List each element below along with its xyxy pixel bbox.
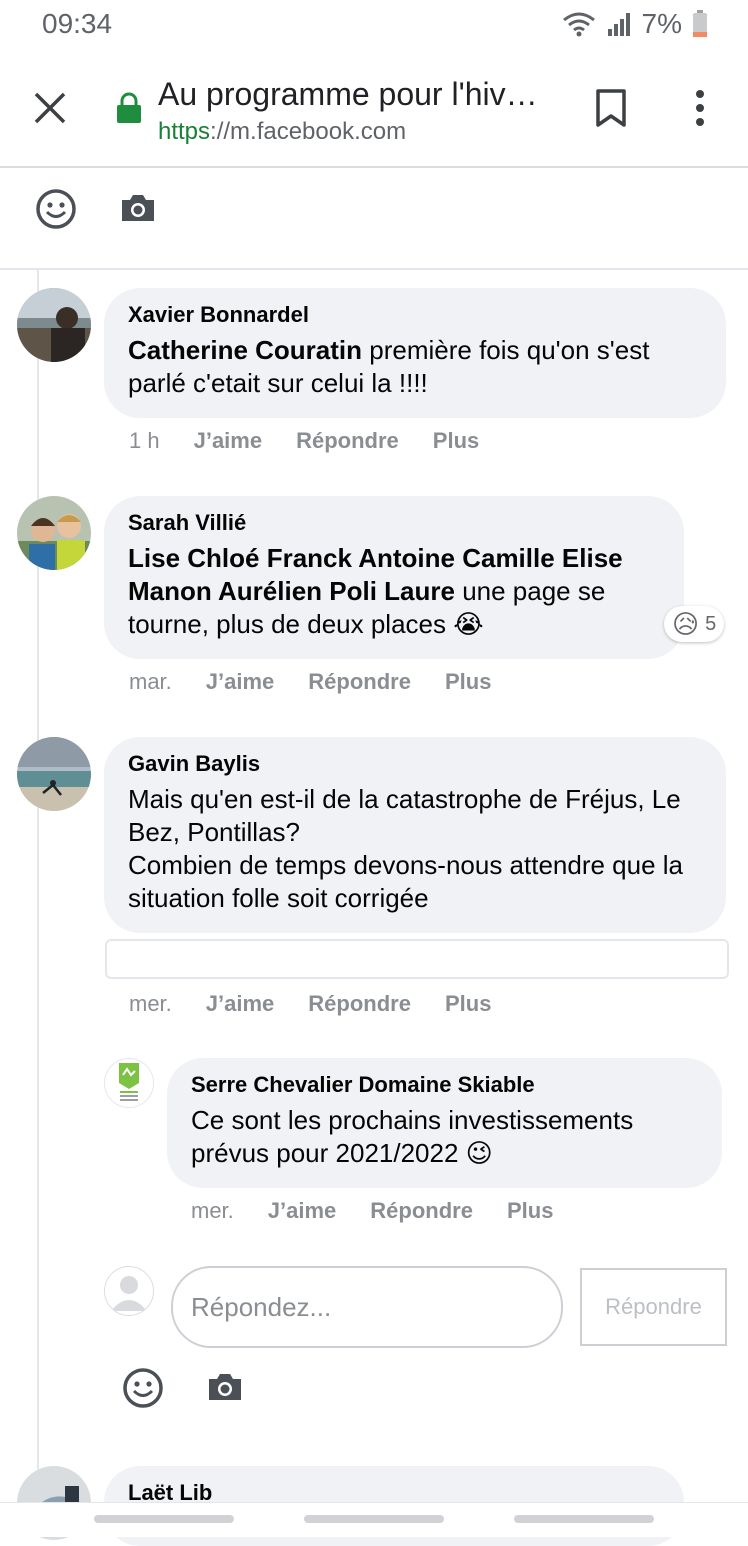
camera-icon[interactable] — [119, 192, 157, 224]
reply-placeholder: Répondez... — [191, 1291, 332, 1322]
reply-actions: mer. J’aime Répondre Plus — [191, 1198, 553, 1224]
reply-text: Ce sont les prochains investissements pr… — [191, 1105, 634, 1168]
battery-percent: 7% — [641, 8, 682, 39]
more-button[interactable]: Plus — [445, 669, 491, 695]
default-user-icon — [111, 1276, 147, 1311]
logo-icon — [105, 1059, 153, 1107]
status-icons: 7% — [562, 8, 708, 40]
url-scheme: https — [158, 118, 211, 145]
more-button[interactable]: Plus — [433, 428, 479, 454]
reply-button[interactable]: Répondre — [308, 991, 411, 1017]
sad-reaction-icon: 😥 — [672, 609, 700, 639]
emoji-icon[interactable] — [122, 1367, 164, 1409]
comment-author[interactable]: Gavin Baylis — [128, 751, 702, 777]
avatar-photo — [17, 288, 91, 362]
comment-bubble[interactable]: Gavin Baylis Mais qu'en est-il de la cat… — [104, 737, 726, 933]
submit-reply-button[interactable]: Répondre — [580, 1268, 727, 1346]
reaction-badge[interactable]: 😥 5 — [664, 606, 725, 642]
more-vert-icon[interactable] — [692, 88, 708, 128]
emoji-icon[interactable] — [35, 188, 77, 230]
avatar-photo — [17, 737, 91, 811]
battery-icon — [693, 10, 707, 37]
close-icon[interactable] — [32, 90, 68, 126]
signal-icon — [607, 13, 630, 36]
camera-icon[interactable] — [206, 1371, 244, 1403]
lock-icon[interactable] — [116, 92, 142, 124]
page-title[interactable]: Au programme pour l'hiv… — [158, 76, 538, 113]
status-time: 09:34 — [42, 8, 113, 39]
nav-indicator — [514, 1515, 654, 1523]
comment-time[interactable]: mar. — [129, 669, 172, 695]
browser-toolbar — [0, 58, 748, 168]
reaction-count: 5 — [705, 612, 717, 635]
reply-time[interactable]: mer. — [191, 1198, 234, 1224]
like-button[interactable]: J’aime — [206, 669, 275, 695]
page-avatar[interactable] — [104, 1058, 154, 1108]
avatar-photo — [17, 496, 91, 570]
comment-text: Catherine Couratin première fois qu'on s… — [128, 334, 702, 400]
comment-time[interactable]: 1 h — [129, 428, 160, 454]
comment-line: Mais qu'en est-il de la catastrophe de F… — [128, 784, 681, 847]
page-url[interactable]: https://m.facebook.com — [158, 118, 406, 146]
comment-line: Combien de temps devons-nous attendre qu… — [128, 850, 684, 913]
nav-indicator — [94, 1515, 234, 1523]
like-button[interactable]: J’aime — [194, 428, 263, 454]
reply-author[interactable]: Serre Chevalier Domaine Skiable — [191, 1072, 698, 1098]
mention-link[interactable]: Catherine Couratin — [128, 335, 362, 365]
wifi-icon — [562, 12, 595, 37]
reply-bubble[interactable]: Serre Chevalier Domaine Skiable Ce sont … — [167, 1058, 722, 1188]
composer-tools-row — [0, 168, 748, 270]
comment-bubble[interactable]: Xavier Bonnardel Catherine Couratin prem… — [104, 288, 726, 418]
attachment-placeholder[interactable] — [105, 939, 729, 979]
thread-line — [37, 268, 39, 1504]
nav-indicator — [304, 1515, 444, 1523]
reply-button[interactable]: Répondre — [296, 428, 399, 454]
comment-time[interactable]: mer. — [129, 991, 172, 1017]
reply-button[interactable]: Répondre — [308, 669, 411, 695]
comment-actions: mar. J’aime Répondre Plus — [129, 669, 491, 695]
more-button[interactable]: Plus — [507, 1198, 553, 1224]
user-avatar — [104, 1266, 154, 1316]
reply-input[interactable]: Répondez... — [171, 1266, 563, 1348]
like-button[interactable]: J’aime — [206, 991, 275, 1017]
bookmark-icon[interactable] — [594, 88, 628, 128]
comment-bubble[interactable]: Sarah Villié Lise Chloé Franck Antoine C… — [104, 496, 684, 659]
comment-author[interactable]: Sarah Villié — [128, 510, 660, 536]
comment-text: Lise Chloé Franck Antoine Camille Elise … — [128, 542, 660, 641]
more-button[interactable]: Plus — [445, 991, 491, 1017]
comment-actions: mer. J’aime Répondre Plus — [129, 991, 491, 1017]
comment-actions: 1 h J’aime Répondre Plus — [129, 428, 479, 454]
reply-button[interactable]: Répondre — [370, 1198, 473, 1224]
avatar[interactable] — [17, 288, 91, 362]
comment-text: Mais qu'en est-il de la catastrophe de F… — [128, 783, 702, 915]
comment-author[interactable]: Xavier Bonnardel — [128, 302, 702, 328]
url-domain: ://m.facebook.com — [210, 118, 407, 145]
avatar[interactable] — [17, 496, 91, 570]
avatar[interactable] — [17, 737, 91, 811]
like-button[interactable]: J’aime — [268, 1198, 337, 1224]
